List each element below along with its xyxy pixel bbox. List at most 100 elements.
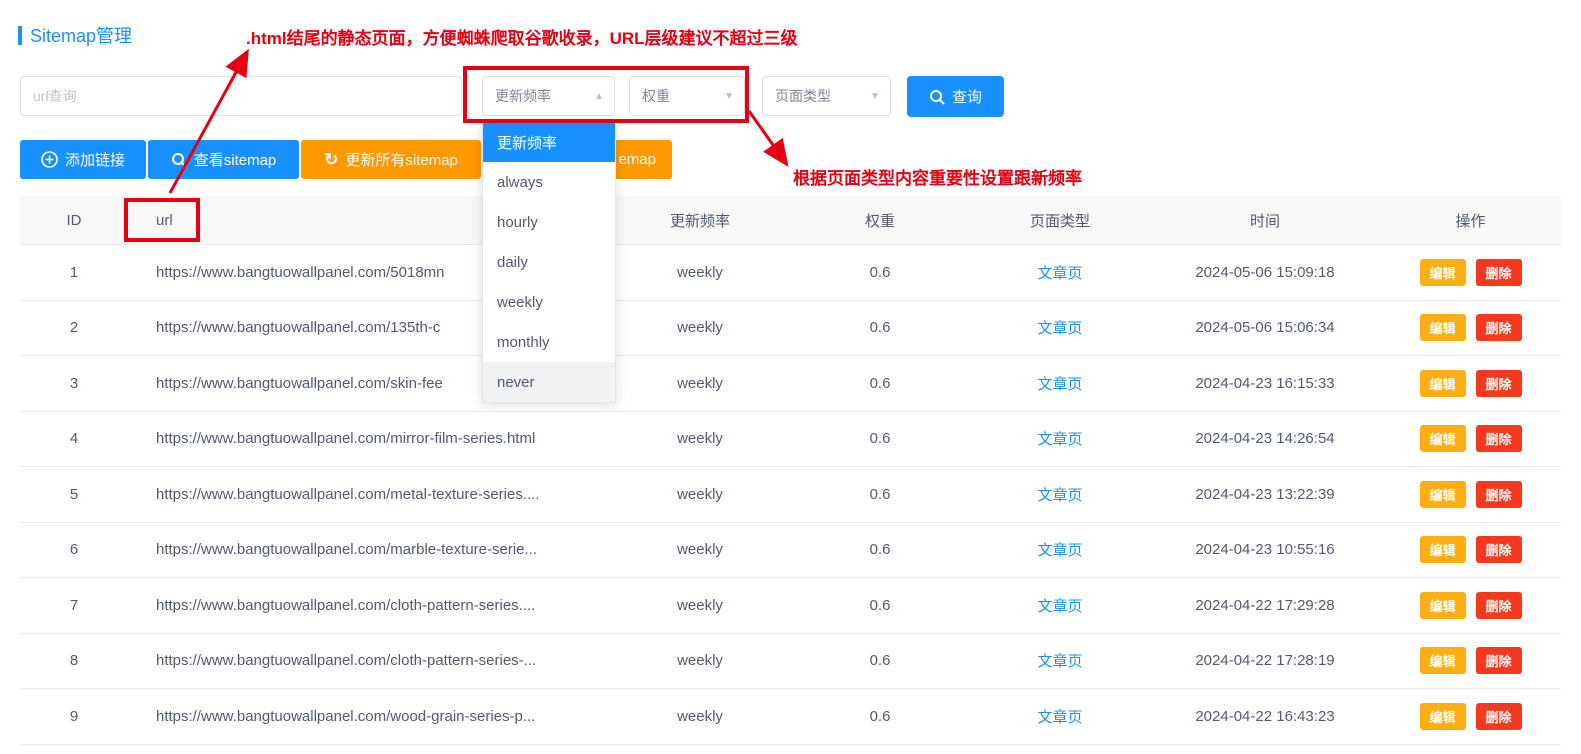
cell-weight: 0.6 xyxy=(790,708,970,725)
url-search-input[interactable] xyxy=(20,76,462,116)
cell-time: 2024-04-23 16:15:33 xyxy=(1150,375,1380,392)
cell-actions: 编辑删除 xyxy=(1380,536,1561,563)
table-row: 4https://www.bangtuowallpanel.com/mirror… xyxy=(20,412,1561,468)
dropdown-option-always[interactable]: always xyxy=(483,162,615,202)
cell-page-type-link[interactable]: 文章页 xyxy=(970,317,1150,338)
page-type-link[interactable]: 文章页 xyxy=(1037,320,1082,337)
table-row: 7https://www.bangtuowallpanel.com/cloth-… xyxy=(20,578,1561,634)
dropdown-option-daily[interactable]: daily xyxy=(483,242,615,282)
cell-frequency: weekly xyxy=(610,375,790,392)
page-type-link[interactable]: 文章页 xyxy=(1037,542,1082,559)
delete-button[interactable]: 删除 xyxy=(1476,481,1522,508)
cell-frequency: weekly xyxy=(610,597,790,614)
cell-weight: 0.6 xyxy=(790,375,970,392)
cell-actions: 编辑删除 xyxy=(1380,647,1561,674)
cell-weight: 0.6 xyxy=(790,541,970,558)
delete-button[interactable]: 删除 xyxy=(1476,647,1522,674)
view-sitemap-button[interactable]: 查看sitemap xyxy=(148,140,299,179)
page-type-link[interactable]: 文章页 xyxy=(1037,487,1082,504)
delete-button[interactable]: 删除 xyxy=(1476,536,1522,563)
frequency-select-value: 更新频率 xyxy=(495,86,551,106)
cell-url: https://www.bangtuowallpanel.com/wood-gr… xyxy=(128,708,610,725)
page-type-link[interactable]: 文章页 xyxy=(1037,431,1082,448)
dropdown-option-placeholder[interactable]: 更新频率 xyxy=(483,122,615,162)
cell-time: 2024-05-06 15:09:18 xyxy=(1150,264,1380,281)
delete-button[interactable]: 删除 xyxy=(1476,370,1522,397)
frequency-dropdown: 更新频率 always hourly daily weekly monthly … xyxy=(482,121,616,403)
delete-button[interactable]: 删除 xyxy=(1476,425,1522,452)
cell-page-type-link[interactable]: 文章页 xyxy=(970,484,1150,505)
page-type-link[interactable]: 文章页 xyxy=(1037,265,1082,282)
chevron-up-icon: ▲ xyxy=(594,91,604,102)
cell-weight: 0.6 xyxy=(790,486,970,503)
search-icon xyxy=(929,89,945,105)
cell-url: https://www.bangtuowallpanel.com/marble-… xyxy=(128,541,610,558)
search-button[interactable]: 查询 xyxy=(907,76,1004,117)
page-type-link[interactable]: 文章页 xyxy=(1037,653,1082,670)
edit-button[interactable]: 编辑 xyxy=(1420,647,1466,674)
cell-page-type-link[interactable]: 文章页 xyxy=(970,539,1150,560)
edit-button[interactable]: 编辑 xyxy=(1420,481,1466,508)
page-type-link[interactable]: 文章页 xyxy=(1037,376,1082,393)
cell-page-type-link[interactable]: 文章页 xyxy=(970,428,1150,449)
cell-frequency: weekly xyxy=(610,708,790,725)
annotation-right: 根据页面类型内容重要性设置跟新频率 xyxy=(793,164,1082,189)
cell-id: 8 xyxy=(20,652,128,669)
chevron-down-icon: ▼ xyxy=(724,91,734,102)
arrow-to-right-annotation xyxy=(749,111,785,162)
page-type-link[interactable]: 文章页 xyxy=(1037,709,1082,726)
add-link-button[interactable]: 添加链接 xyxy=(20,140,146,179)
header-actions: 操作 xyxy=(1380,210,1561,231)
edit-button[interactable]: 编辑 xyxy=(1420,314,1466,341)
update-all-sitemap-button[interactable]: ↻ 更新所有sitemap xyxy=(301,140,481,179)
cell-weight: 0.6 xyxy=(790,597,970,614)
edit-button[interactable]: 编辑 xyxy=(1420,425,1466,452)
cell-actions: 编辑删除 xyxy=(1380,314,1561,341)
table-row: 2https://www.bangtuowallpanel.com/135th-… xyxy=(20,301,1561,357)
cell-id: 7 xyxy=(20,597,128,614)
delete-button[interactable]: 删除 xyxy=(1476,259,1522,286)
cell-page-type-link[interactable]: 文章页 xyxy=(970,650,1150,671)
cell-frequency: weekly xyxy=(610,486,790,503)
table-row: 1https://www.bangtuowallpanel.com/5018mn… xyxy=(20,245,1561,301)
delete-button[interactable]: 删除 xyxy=(1476,703,1522,730)
search-icon xyxy=(171,152,187,168)
cell-url: https://www.bangtuowallpanel.com/cloth-p… xyxy=(128,652,610,669)
cell-page-type-link[interactable]: 文章页 xyxy=(970,706,1150,727)
delete-button[interactable]: 删除 xyxy=(1476,314,1522,341)
cell-time: 2024-04-23 13:22:39 xyxy=(1150,486,1380,503)
cell-time: 2024-04-22 17:28:19 xyxy=(1150,652,1380,669)
dropdown-option-hourly[interactable]: hourly xyxy=(483,202,615,242)
cell-id: 4 xyxy=(20,430,128,447)
cell-url: https://www.bangtuowallpanel.com/mirror-… xyxy=(128,430,610,447)
page-title: Sitemap管理 xyxy=(18,22,132,48)
cell-actions: 编辑删除 xyxy=(1380,703,1561,730)
header-frequency: 更新频率 xyxy=(610,210,790,231)
cell-page-type-link[interactable]: 文章页 xyxy=(970,262,1150,283)
sitemap-table: ID url 更新频率 权重 页面类型 时间 操作 1https://www.b… xyxy=(20,196,1561,745)
dropdown-option-monthly[interactable]: monthly xyxy=(483,322,615,362)
edit-button[interactable]: 编辑 xyxy=(1420,536,1466,563)
cell-actions: 编辑删除 xyxy=(1380,481,1561,508)
cell-page-type-link[interactable]: 文章页 xyxy=(970,373,1150,394)
cell-time: 2024-04-22 17:29:28 xyxy=(1150,597,1380,614)
page-type-select[interactable]: 页面类型 ▼ xyxy=(762,76,891,116)
frequency-select[interactable]: 更新频率 ▲ xyxy=(482,76,615,116)
cell-actions: 编辑删除 xyxy=(1380,259,1561,286)
cell-id: 5 xyxy=(20,486,128,503)
cell-time: 2024-04-23 14:26:54 xyxy=(1150,430,1380,447)
edit-button[interactable]: 编辑 xyxy=(1420,703,1466,730)
header-page-type: 页面类型 xyxy=(970,210,1150,231)
dropdown-option-never[interactable]: never xyxy=(483,362,615,402)
cell-weight: 0.6 xyxy=(790,430,970,447)
cell-frequency: weekly xyxy=(610,541,790,558)
delete-button[interactable]: 删除 xyxy=(1476,592,1522,619)
edit-button[interactable]: 编辑 xyxy=(1420,592,1466,619)
dropdown-option-weekly[interactable]: weekly xyxy=(483,282,615,322)
edit-button[interactable]: 编辑 xyxy=(1420,259,1466,286)
weight-select[interactable]: 权重 ▼ xyxy=(629,76,745,116)
page-type-link[interactable]: 文章页 xyxy=(1037,598,1082,615)
cell-page-type-link[interactable]: 文章页 xyxy=(970,595,1150,616)
header-weight: 权重 xyxy=(790,210,970,231)
edit-button[interactable]: 编辑 xyxy=(1420,370,1466,397)
